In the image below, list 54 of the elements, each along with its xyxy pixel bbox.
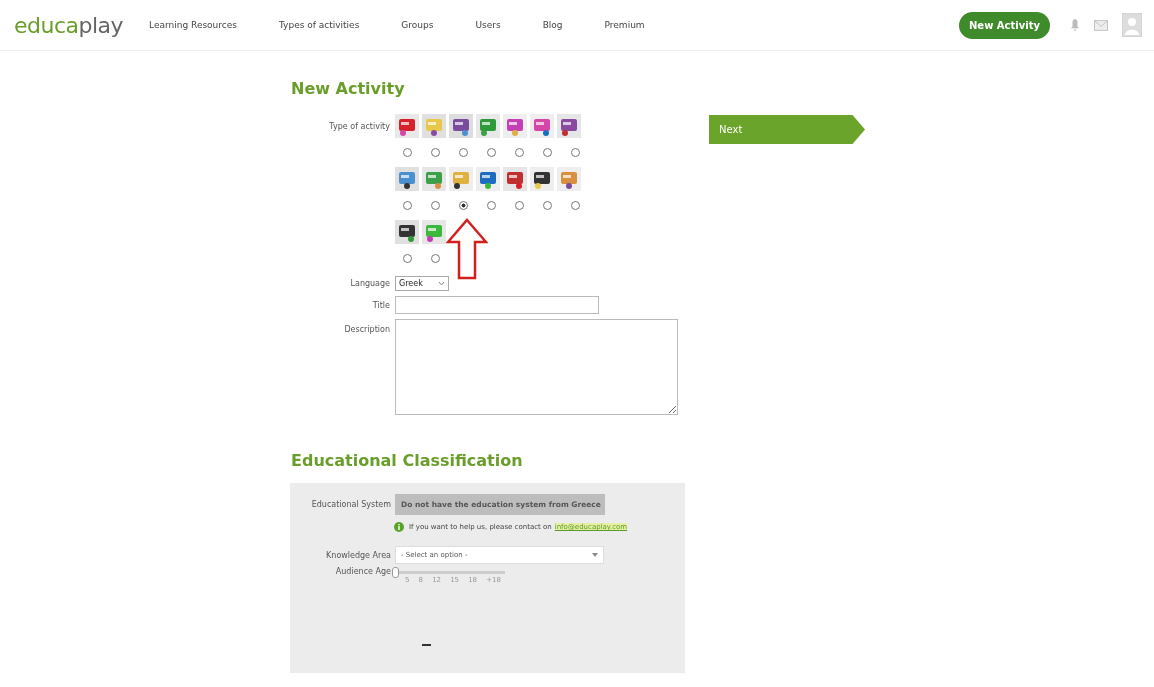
field-label: Title <box>371 300 390 310</box>
radio-button[interactable] <box>571 200 580 210</box>
chevron-icon[interactable] <box>438 281 445 286</box>
activity-icon[interactable] <box>422 113 446 138</box>
activity-icon[interactable] <box>557 113 581 138</box>
radio-button[interactable] <box>543 200 552 210</box>
bell-icon[interactable] <box>1070 18 1080 32</box>
radio-button[interactable] <box>431 253 440 263</box>
field-label: Knowledge Area <box>325 550 391 560</box>
section-heading: Educational Classification <box>291 451 524 470</box>
field-label: Educational System <box>310 500 391 509</box>
field-label: Audience Age <box>334 567 391 576</box>
up-arrow-drawing <box>446 218 488 280</box>
activity-icon[interactable] <box>503 166 527 191</box>
caret-icon[interactable] <box>592 553 598 557</box>
language-select[interactable]: Greek <box>395 276 449 291</box>
nav-link[interactable]: Premium <box>604 20 645 30</box>
radio-button[interactable] <box>543 147 552 157</box>
nav-link[interactable]: Groups <box>401 20 434 30</box>
activity-icon[interactable] <box>395 219 419 244</box>
activity-icon[interactable] <box>530 166 554 191</box>
logo[interactable]: educaplay <box>14 12 124 38</box>
new-activity-button[interactable]: New Activity <box>959 11 1050 39</box>
slider-thumb[interactable] <box>392 567 399 578</box>
field-label: Language <box>349 279 390 288</box>
radio-button[interactable] <box>431 200 440 210</box>
radio-button[interactable] <box>431 147 440 157</box>
activity-icon[interactable] <box>449 113 473 138</box>
avatar-icon[interactable] <box>1122 13 1142 37</box>
radio-button[interactable] <box>403 147 412 157</box>
description-field[interactable] <box>395 319 678 415</box>
activity-icon[interactable] <box>557 166 581 191</box>
radio-button[interactable] <box>515 147 524 157</box>
dash-mark <box>422 644 431 646</box>
radio-button[interactable] <box>403 200 412 210</box>
radio-button[interactable] <box>459 200 468 210</box>
nav-link[interactable]: Types of activities <box>279 20 360 30</box>
field-label: Type of activity <box>328 121 390 131</box>
radio-button[interactable] <box>403 253 412 263</box>
field-label: Description <box>343 324 390 334</box>
nav-link[interactable]: Blog <box>542 20 563 30</box>
radio-button[interactable] <box>515 200 524 210</box>
nav-link[interactable]: Learning Resources <box>149 20 237 30</box>
radio-button[interactable] <box>487 200 496 210</box>
radio-button[interactable] <box>571 147 580 157</box>
nav-link[interactable]: Users <box>475 20 501 30</box>
title-field[interactable] <box>395 296 599 314</box>
radio-button[interactable] <box>459 147 468 157</box>
section-heading: New Activity <box>291 79 406 98</box>
radio-button[interactable] <box>487 147 496 157</box>
activity-icon[interactable] <box>395 166 419 191</box>
activity-icon[interactable] <box>449 166 473 191</box>
envelope-icon[interactable] <box>1094 19 1108 31</box>
info-icon <box>394 522 404 532</box>
